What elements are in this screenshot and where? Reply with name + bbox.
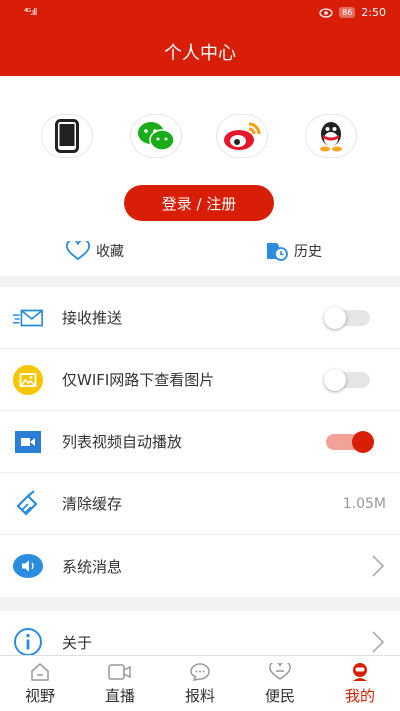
history-icon [267, 243, 288, 261]
favorites-label: 收藏 [96, 244, 124, 260]
status-time: 2:50 [361, 6, 386, 19]
nav-item-mine[interactable]: 我的 [320, 656, 400, 711]
nav-label: 便民 [264, 687, 295, 705]
bottom-navigation: 视野 直播 报料 便民 我的 [0, 655, 400, 711]
settings-row-about[interactable]: 关于 [0, 611, 400, 655]
quick-links-row: 收藏 历史 [0, 241, 400, 271]
push-label: 接收推送 [62, 309, 123, 327]
phone-icon [55, 119, 79, 153]
battery-indicator: 86 [339, 7, 356, 18]
cache-label: 清除缓存 [62, 495, 123, 513]
chat-icon [190, 663, 210, 681]
broom-icon [16, 490, 38, 516]
user-icon [353, 663, 367, 681]
image-icon [13, 365, 43, 395]
heart-icon [269, 663, 291, 680]
settings-row-autoplay: 列表视频自动播放 [0, 411, 400, 473]
nav-item-home[interactable]: 视野 [0, 656, 80, 711]
chevron-right-icon [372, 631, 384, 653]
eye-icon [319, 7, 333, 18]
video-icon [108, 664, 131, 680]
nav-label: 我的 [344, 687, 375, 705]
about-section: 关于 [0, 611, 400, 655]
phone-login-button[interactable] [41, 114, 93, 158]
autoplay-toggle[interactable] [326, 430, 374, 453]
video-camera-icon [15, 431, 41, 453]
settings-row-wifi-images: 仅WIFI网路下查看图片 [0, 349, 400, 411]
about-label: 关于 [62, 633, 93, 652]
push-toggle[interactable] [324, 306, 370, 329]
nav-label: 视野 [24, 687, 55, 705]
nav-item-live[interactable]: 直播 [80, 656, 160, 711]
nav-label: 报料 [184, 687, 215, 705]
nav-label: 直播 [104, 687, 135, 705]
speaker-icon [13, 554, 43, 578]
settings-list: 接收推送 仅WIFI网路下查看图片 列表视频自动播放 清除缓存 1.05M 系统… [0, 287, 400, 597]
social-login-row [0, 114, 400, 164]
login-register-button[interactable]: 登录 / 注册 [124, 185, 274, 221]
messages-label: 系统消息 [62, 557, 123, 576]
wechat-login-button[interactable] [130, 114, 182, 158]
chevron-right-icon [372, 555, 384, 577]
info-icon [14, 628, 42, 655]
nav-item-report[interactable]: 报料 [160, 656, 240, 711]
nav-item-services[interactable]: 便民 [240, 656, 320, 711]
qq-icon [320, 122, 342, 152]
login-card: 登录 / 注册 收藏 历史 [0, 76, 400, 276]
weibo-login-button[interactable] [216, 114, 268, 158]
signal-indicator: ⁴ᴳ.ıll [24, 8, 37, 18]
wifi-images-label: 仅WIFI网路下查看图片 [62, 371, 215, 389]
heart-outline-icon [66, 241, 90, 261]
cache-size: 1.05M [342, 495, 386, 512]
settings-row-messages[interactable]: 系统消息 [0, 535, 400, 597]
weibo-icon [224, 122, 261, 150]
history-label: 历史 [294, 244, 322, 260]
home-icon [31, 663, 49, 681]
page-header: 个人中心 [0, 28, 400, 76]
favorites-link[interactable]: 收藏 [66, 241, 124, 261]
settings-row-push: 接收推送 [0, 287, 400, 349]
wifi-images-toggle[interactable] [324, 368, 370, 391]
wechat-icon [138, 122, 175, 151]
page-title: 个人中心 [164, 43, 236, 64]
qq-login-button[interactable] [305, 114, 357, 158]
history-link[interactable]: 历史 [266, 241, 322, 261]
autoplay-label: 列表视频自动播放 [62, 433, 183, 451]
status-bar: ⁴ᴳ.ıll 86 2:50 [0, 0, 400, 28]
envelope-icon [12, 309, 43, 327]
settings-row-cache[interactable]: 清除缓存 1.05M [0, 473, 400, 535]
